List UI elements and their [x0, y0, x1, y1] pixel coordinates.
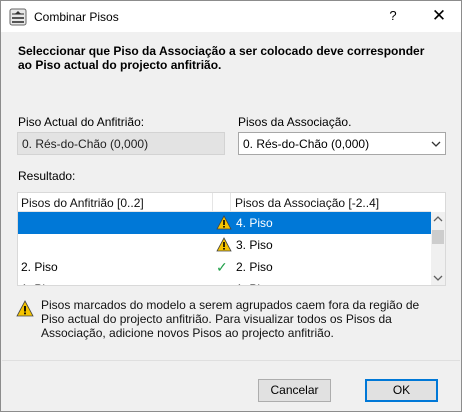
- column-header-status[interactable]: [213, 193, 231, 212]
- title-bar: Combinar Pisos ? ✕: [1, 1, 461, 32]
- association-story-cell: 4. Piso: [236, 216, 273, 230]
- check-icon: ✓: [216, 259, 228, 275]
- check-icon: ✓: [216, 278, 228, 285]
- ok-button[interactable]: OK: [365, 379, 438, 402]
- close-button[interactable]: ✕: [428, 4, 450, 28]
- host-story-cell: 1. Piso: [21, 278, 211, 285]
- warning-note: Pisos marcados do modelo a serem agrupad…: [41, 298, 420, 340]
- warning-icon: [216, 237, 232, 252]
- host-story-cell: 2. Piso: [21, 260, 58, 274]
- combine-stories-dialog: Combinar Pisos ? ✕ Seleccionar que Piso …: [0, 0, 462, 412]
- table-row[interactable]: 2. Piso ✓ 2. Piso: [18, 256, 431, 278]
- host-story-cell: [21, 234, 211, 256]
- association-stories-select[interactable]: 0. Rés-do-Chão (0,000): [238, 132, 446, 155]
- scrollbar-thumb[interactable]: [432, 230, 444, 244]
- association-story-cell: 2. Piso: [236, 260, 273, 274]
- host-story-cell: [21, 212, 211, 234]
- warning-icon: [216, 215, 232, 230]
- column-header-host[interactable]: Pisos do Anfitrião [0..2]: [18, 193, 213, 212]
- divider: [2, 360, 460, 361]
- table-row[interactable]: 1. Piso ✓ 1. Piso: [18, 278, 431, 285]
- chevron-down-icon: [431, 141, 441, 147]
- window-title: Combinar Pisos: [34, 10, 119, 24]
- association-stories-selected: 0. Rés-do-Chão (0,000): [243, 137, 370, 151]
- column-header-association[interactable]: Pisos da Associação [-2..4]: [231, 193, 431, 212]
- host-story-label: Piso Actual do Anfitrião:: [18, 115, 145, 129]
- association-story-cell: 3. Piso: [236, 238, 273, 252]
- list-header: Pisos do Anfitrião [0..2] Pisos da Assoc…: [18, 193, 431, 212]
- scroll-down-icon[interactable]: [431, 271, 445, 285]
- cancel-button[interactable]: Cancelar: [258, 379, 331, 402]
- association-stories-label: Pisos da Associação.: [238, 115, 352, 129]
- host-story-field: 0. Rés-do-Chão (0,000): [17, 132, 225, 155]
- instruction-text: Seleccionar que Piso da Associação a ser…: [18, 44, 425, 72]
- help-button[interactable]: ?: [382, 4, 404, 28]
- association-story-cell: 1. Piso: [236, 278, 426, 285]
- table-row[interactable]: 3. Piso: [18, 234, 431, 256]
- table-row[interactable]: 4. Piso: [18, 212, 431, 234]
- results-list[interactable]: Pisos do Anfitrião [0..2] Pisos da Assoc…: [17, 192, 446, 286]
- scroll-up-icon[interactable]: [431, 212, 445, 226]
- warning-icon: [16, 300, 34, 317]
- results-label: Resultado:: [18, 169, 76, 183]
- app-icon: [9, 8, 27, 26]
- vertical-scrollbar[interactable]: [431, 212, 445, 285]
